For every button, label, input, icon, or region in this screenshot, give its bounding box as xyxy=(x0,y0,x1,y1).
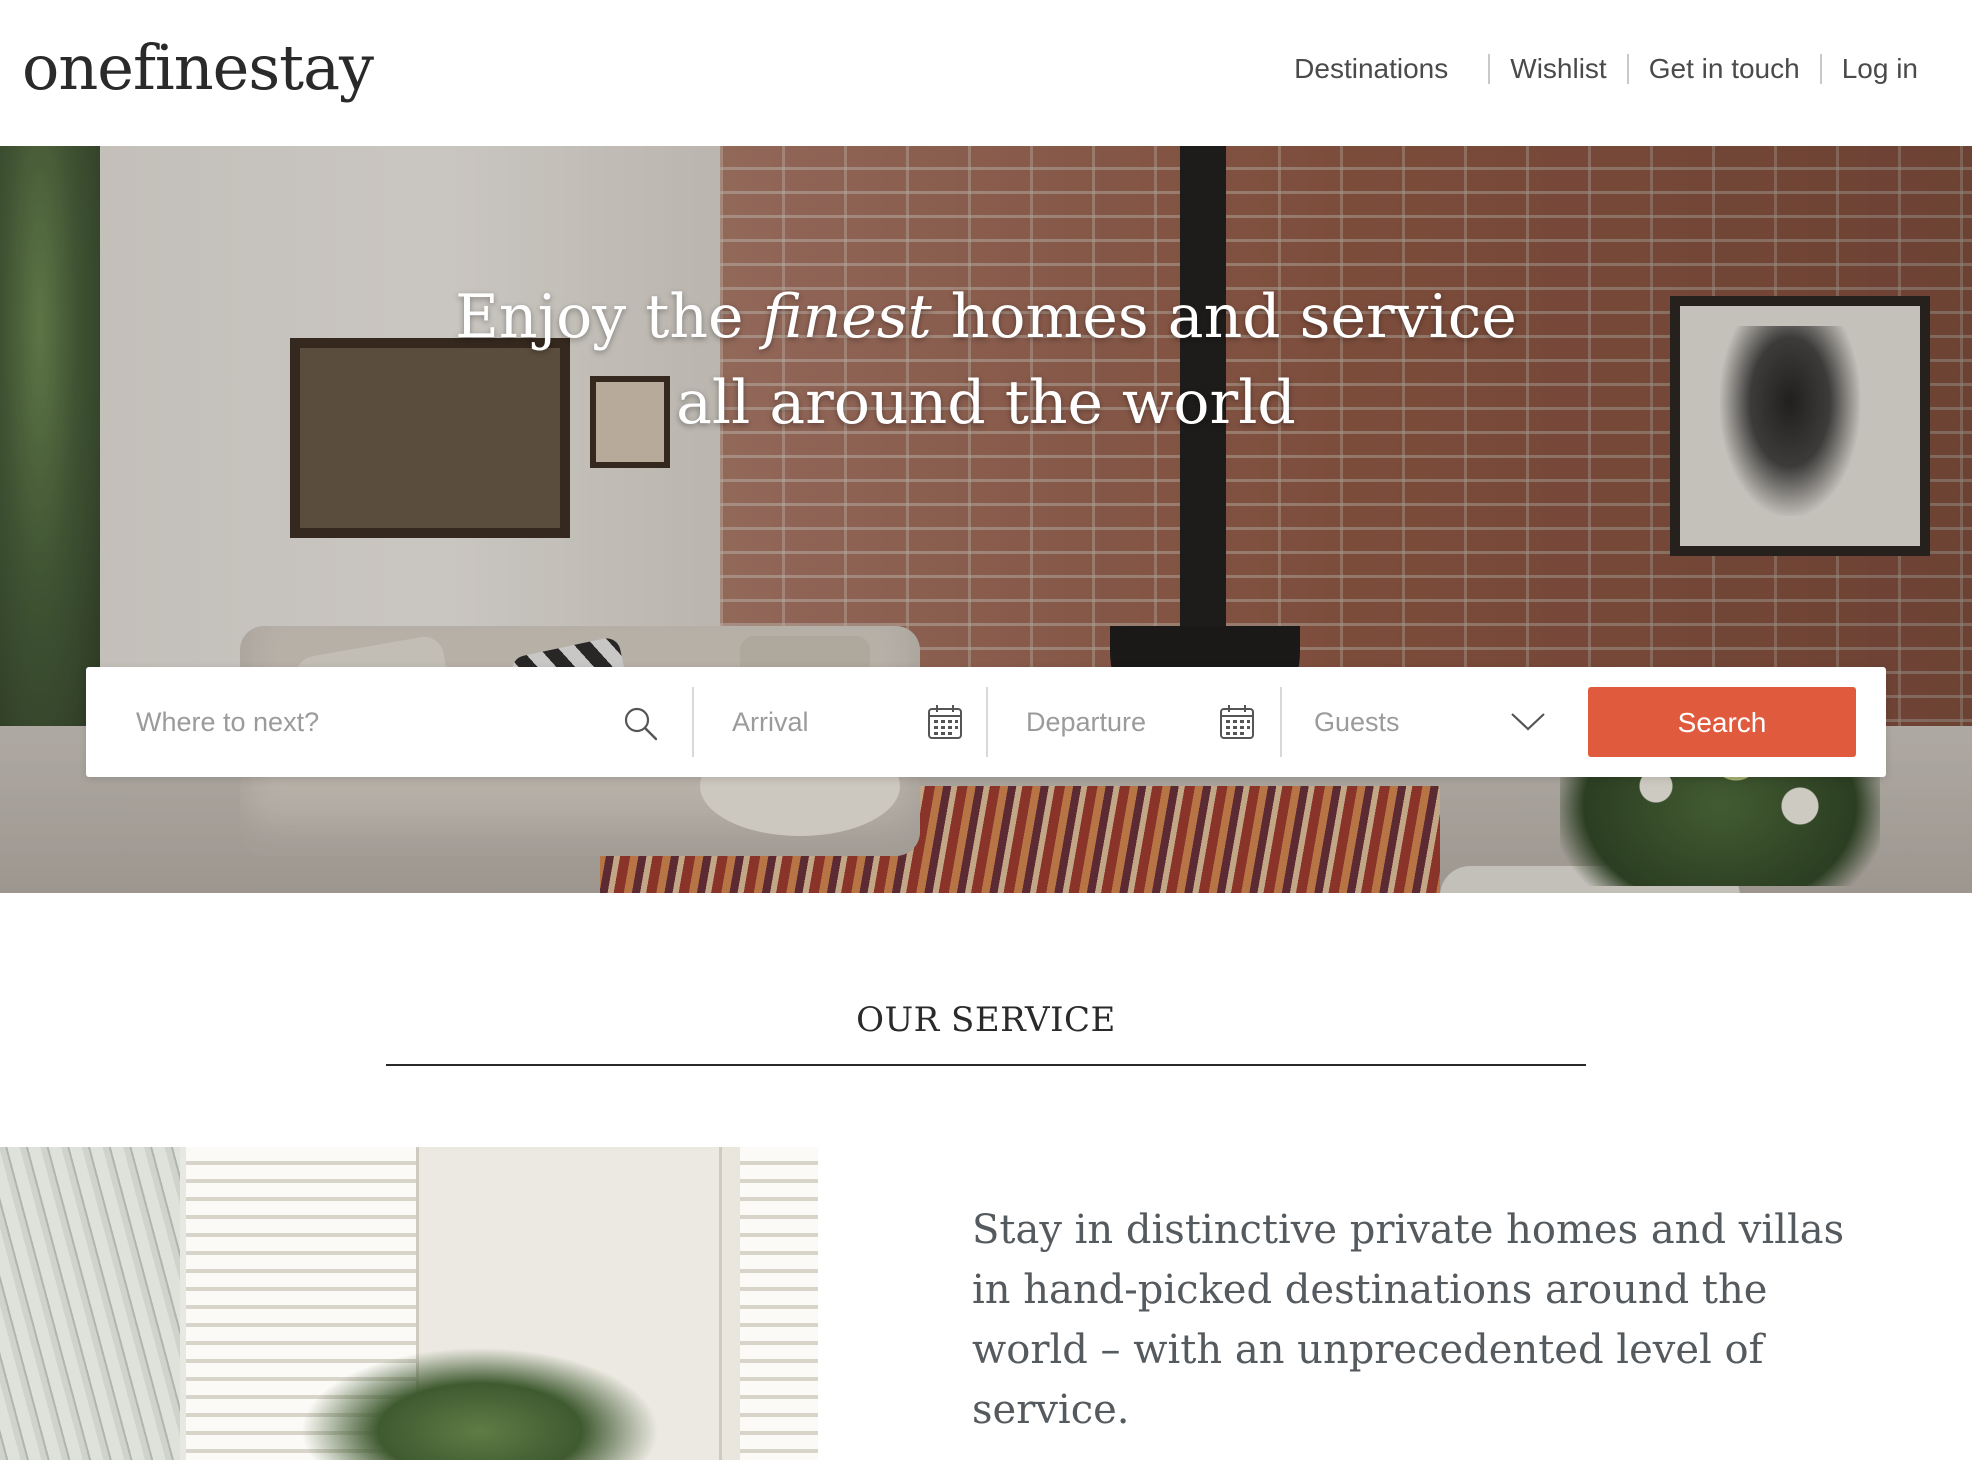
search-button[interactable]: Search xyxy=(1588,687,1856,757)
arrival-placeholder: Arrival xyxy=(732,707,809,737)
destination-placeholder: Where to next? xyxy=(136,707,320,737)
section-divider xyxy=(386,1064,1586,1066)
hero-overlay xyxy=(0,146,1972,893)
hero-banner: Enjoy the finest homes and service all a… xyxy=(0,146,1972,893)
service-image xyxy=(0,1147,818,1460)
headline-part: homes and service xyxy=(931,282,1517,352)
logo[interactable]: onefinestay xyxy=(22,28,374,108)
service-description: Stay in distinctive private homes and vi… xyxy=(972,1207,1845,1433)
departure-field[interactable]: Departure xyxy=(988,667,1280,777)
calendar-icon[interactable] xyxy=(1218,703,1256,746)
service-image-shutters xyxy=(740,1147,818,1460)
site-header: onefinestay Destinations Wishlist Get in… xyxy=(0,0,1972,148)
headline-emphasis: finest xyxy=(762,282,932,352)
headline-line2: all around the world xyxy=(676,368,1296,438)
chevron-down-icon[interactable] xyxy=(1510,709,1546,738)
guests-placeholder: Guests xyxy=(1314,707,1400,737)
search-bar: Where to next? Arrival Departure Guests … xyxy=(86,667,1886,777)
calendar-icon[interactable] xyxy=(926,703,964,746)
service-image-plant xyxy=(300,1347,660,1460)
search-icon[interactable] xyxy=(622,705,660,748)
service-image-marble xyxy=(0,1147,180,1460)
guests-select[interactable]: Guests xyxy=(1282,667,1572,777)
nav-destinations[interactable]: Destinations xyxy=(1274,44,1488,94)
departure-placeholder: Departure xyxy=(1026,707,1147,737)
main-nav: Destinations Wishlist Get in touch Log i… xyxy=(1274,44,1938,94)
headline-part: Enjoy the xyxy=(455,282,763,352)
destination-field[interactable]: Where to next? xyxy=(86,667,686,777)
hero-headline: Enjoy the finest homes and service all a… xyxy=(0,274,1972,446)
nav-get-in-touch[interactable]: Get in touch xyxy=(1629,44,1820,94)
nav-wishlist[interactable]: Wishlist xyxy=(1490,44,1626,94)
arrival-field[interactable]: Arrival xyxy=(694,667,986,777)
section-title: OUR SERVICE xyxy=(856,1000,1116,1040)
nav-log-in[interactable]: Log in xyxy=(1822,44,1938,94)
